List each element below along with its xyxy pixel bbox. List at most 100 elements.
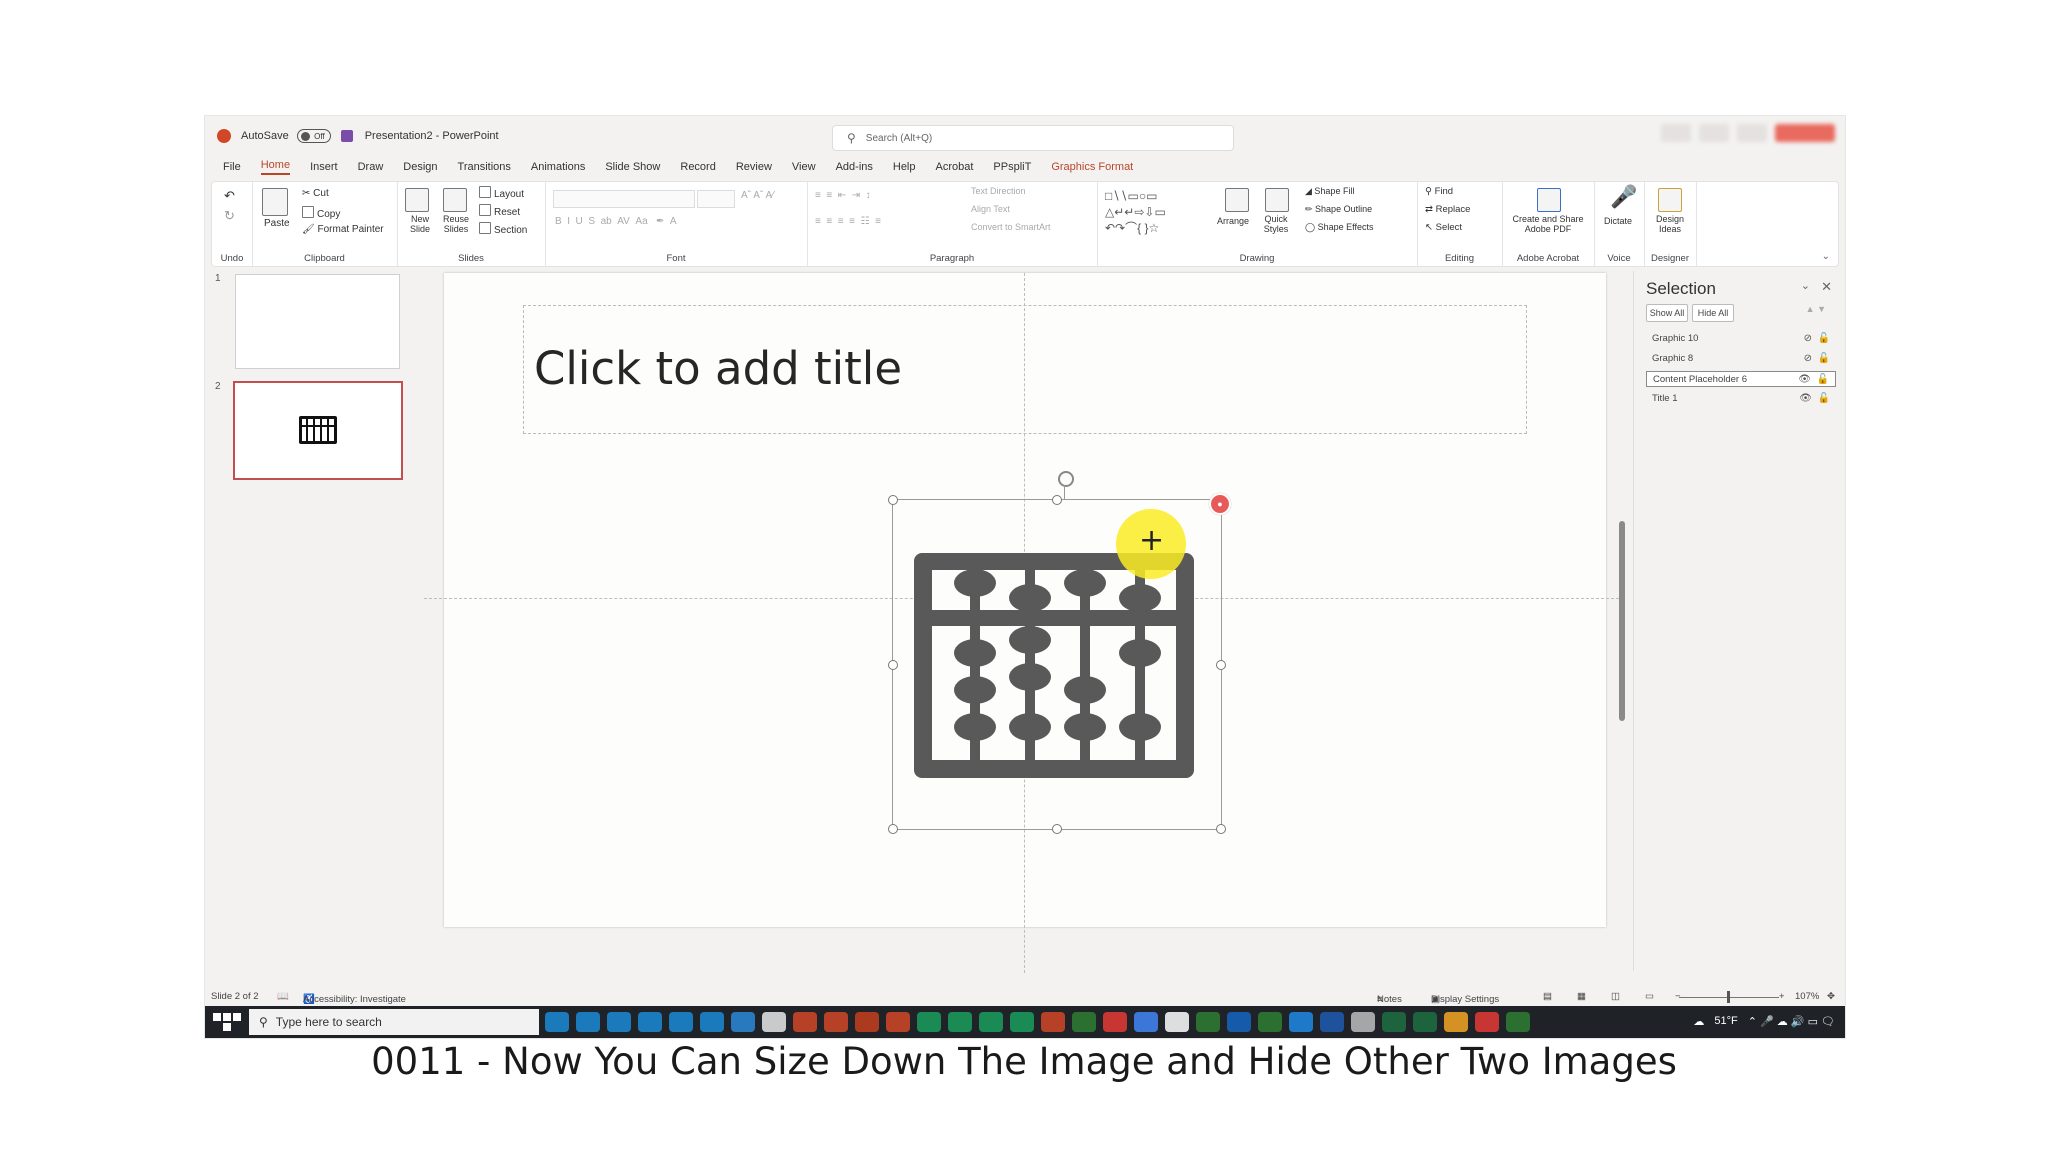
taskbar-app-icon[interactable] — [669, 1012, 693, 1032]
reuse-slides-icon[interactable] — [443, 188, 467, 212]
search-box[interactable]: ⚲ Search (Alt+Q) — [832, 125, 1234, 151]
paste-icon[interactable] — [262, 188, 288, 216]
taskbar-app-icon[interactable] — [700, 1012, 724, 1032]
taskbar-app-icon[interactable] — [1041, 1012, 1065, 1032]
tray-icons[interactable]: ⌃ 🎤 ☁ 🔊 ▭ 🗨 — [1748, 1015, 1835, 1028]
quick-styles-icon[interactable] — [1265, 188, 1289, 212]
slide-sorter-icon[interactable]: ▦ — [1577, 991, 1586, 1002]
select-button[interactable]: ↖ Select — [1425, 222, 1462, 233]
lock-icon[interactable]: 🔓 — [1818, 391, 1830, 407]
redo-icon[interactable]: ↻ — [224, 208, 235, 224]
tab-insert[interactable]: Insert — [310, 161, 338, 173]
spellcheck-icon[interactable]: 📖 — [277, 991, 289, 1002]
new-slide-icon[interactable] — [405, 188, 429, 212]
format-painter-button[interactable]: 🖌 Format Painter — [302, 224, 384, 235]
resize-handle[interactable] — [1216, 660, 1226, 670]
chevron-down-icon[interactable]: ⌄ — [1801, 279, 1810, 292]
zoom-level[interactable]: 107% — [1795, 991, 1819, 1002]
taskbar-app-icon[interactable] — [1413, 1012, 1437, 1032]
design-ideas-button[interactable]: Design Ideas — [1652, 214, 1688, 234]
taskbar-app-icon[interactable] — [638, 1012, 662, 1032]
tab-review[interactable]: Review — [736, 161, 772, 173]
lock-icon[interactable]: 🔓 — [1818, 331, 1830, 347]
pdf-icon[interactable] — [1537, 188, 1561, 212]
taskbar-app-icon[interactable] — [1382, 1012, 1406, 1032]
align-icons[interactable]: ≡ ≡ ≡ ≡ ☷ ≡ — [815, 216, 881, 227]
taskbar-app-icon[interactable] — [793, 1012, 817, 1032]
tab-ppsplit[interactable]: PPspliT — [993, 161, 1031, 173]
convert-smartart-button[interactable]: Convert to SmartArt — [971, 222, 1051, 232]
resize-handle[interactable] — [888, 495, 898, 505]
cut-button[interactable]: ✂ Cut — [302, 188, 329, 199]
taskbar-app-icon[interactable] — [1351, 1012, 1375, 1032]
ribbon-collapse-icon[interactable]: ⌄ — [1822, 251, 1830, 262]
font-name-box[interactable] — [553, 190, 695, 208]
taskbar-app-icon[interactable] — [731, 1012, 755, 1032]
zoom-in-icon[interactable]: + — [1779, 991, 1785, 1002]
tab-graphics-format[interactable]: Graphics Format — [1051, 161, 1133, 173]
font-format-icons[interactable]: B I U S ab AV Aa ✒ A — [555, 216, 677, 227]
lock-icon[interactable]: 🔓 — [1817, 372, 1829, 388]
taskbar-app-icon[interactable] — [1475, 1012, 1499, 1032]
current-slide[interactable]: Click to add title ● + — [424, 273, 1624, 973]
resize-handle[interactable] — [888, 824, 898, 834]
taskbar-app-icon[interactable] — [545, 1012, 569, 1032]
eye-icon[interactable]: 👁 — [1799, 391, 1812, 407]
weather-icon[interactable]: ☁ — [1693, 1015, 1704, 1028]
taskbar-app-icon[interactable] — [824, 1012, 848, 1032]
weather-temp[interactable]: 51°F — [1714, 1015, 1737, 1028]
new-slide-button[interactable]: New Slide — [405, 214, 435, 234]
taskbar-app-icon[interactable] — [1320, 1012, 1344, 1032]
taskbar-app-icon[interactable] — [1506, 1012, 1530, 1032]
reset-button[interactable]: Reset — [479, 204, 520, 218]
shape-outline-button[interactable]: ✏ Shape Outline — [1305, 204, 1372, 215]
save-icon[interactable] — [340, 130, 353, 142]
tab-draw[interactable]: Draw — [358, 161, 384, 173]
tab-help[interactable]: Help — [893, 161, 916, 173]
selection-item[interactable]: Graphic 8 ⊘ 🔓 — [1646, 351, 1836, 367]
taskbar-app-icon[interactable] — [1010, 1012, 1034, 1032]
find-button[interactable]: ⚲ Find — [1425, 186, 1453, 197]
arrange-button[interactable]: Arrange — [1217, 216, 1249, 226]
taskbar-app-icon[interactable] — [948, 1012, 972, 1032]
hide-all-button[interactable]: Hide All — [1692, 304, 1734, 322]
reorder-arrows-icon[interactable]: ▲ ▼ — [1806, 304, 1826, 314]
tab-view[interactable]: View — [792, 161, 816, 173]
taskbar-app-icon[interactable] — [1072, 1012, 1096, 1032]
taskbar-app-icon[interactable] — [576, 1012, 600, 1032]
tab-record[interactable]: Record — [680, 161, 715, 173]
taskbar-app-icon[interactable] — [917, 1012, 941, 1032]
resize-handle[interactable] — [888, 660, 898, 670]
design-ideas-icon[interactable] — [1658, 188, 1682, 212]
undo-icon[interactable]: ↶ — [224, 188, 235, 204]
taskbar-app-icon[interactable] — [1165, 1012, 1189, 1032]
tab-file[interactable]: File — [223, 161, 241, 173]
replace-button[interactable]: ⇄ Replace — [1425, 204, 1470, 215]
list-icons[interactable]: ≡ ≡ ⇤ ⇥ ↕ — [815, 190, 871, 201]
shape-effects-button[interactable]: ◯ Shape Effects — [1305, 222, 1373, 233]
taskbar-app-icon[interactable] — [1227, 1012, 1251, 1032]
normal-view-icon[interactable]: ▤ — [1543, 991, 1552, 1002]
text-direction-button[interactable]: Text Direction — [971, 186, 1026, 196]
tab-slide-show[interactable]: Slide Show — [605, 161, 660, 173]
taskbar-app-icon[interactable] — [886, 1012, 910, 1032]
lock-icon[interactable]: 🔓 — [1818, 351, 1830, 367]
reading-view-icon[interactable]: ◫ — [1611, 991, 1620, 1002]
taskbar-app-icon[interactable] — [1444, 1012, 1468, 1032]
tab-home[interactable]: Home — [260, 159, 291, 175]
scrollbar-thumb[interactable] — [1619, 521, 1625, 721]
tab-transitions[interactable]: Transitions — [458, 161, 511, 173]
taskbar-app-icon[interactable] — [1134, 1012, 1158, 1032]
font-size-increase-icon[interactable]: Aˆ Aˇ A⁄ — [741, 190, 774, 201]
layout-button[interactable]: Layout — [479, 186, 524, 200]
taskbar-app-icon[interactable] — [1103, 1012, 1127, 1032]
title-placeholder[interactable]: Click to add title — [523, 305, 1527, 434]
resize-handle[interactable] — [1052, 824, 1062, 834]
autosave-toggle[interactable]: Off — [296, 129, 331, 143]
arrange-icon[interactable] — [1225, 188, 1249, 212]
fit-to-window-icon[interactable]: ✥ — [1827, 991, 1835, 1002]
eye-icon[interactable]: 👁 — [1798, 372, 1811, 388]
tab-animations[interactable]: Animations — [531, 161, 585, 173]
copy-button[interactable]: Copy — [302, 206, 340, 220]
shapes-gallery-icon[interactable]: □∖∖▭○▭ △↵↵⇨⇩▭ ↶↷⌒{ }☆ — [1105, 188, 1166, 236]
